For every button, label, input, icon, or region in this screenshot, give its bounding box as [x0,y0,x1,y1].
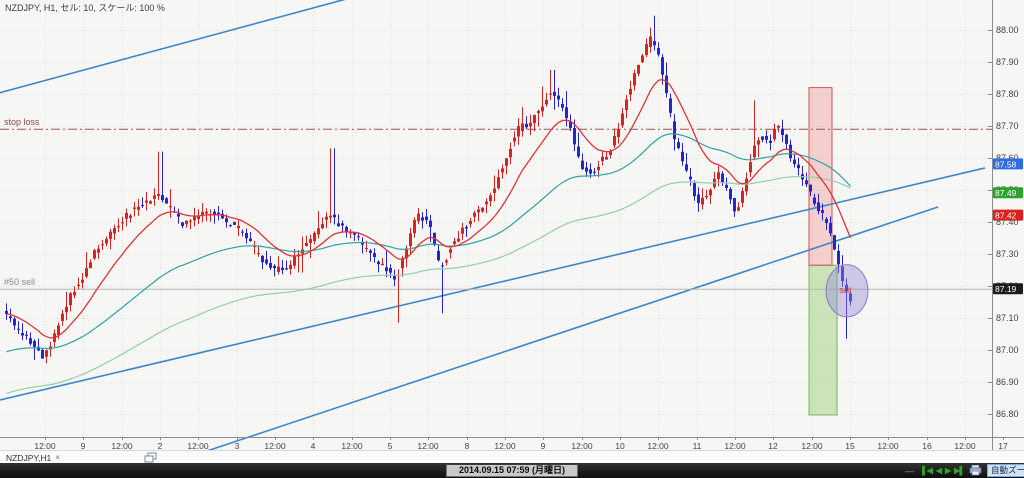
svg-text:12:00: 12:00 [724,441,746,450]
svg-text:12:00: 12:00 [571,441,593,450]
svg-text:12:00: 12:00 [187,441,209,450]
svg-text:11: 11 [693,441,702,450]
step-back-button[interactable]: ◀ [936,466,941,475]
tab-label: NZDJPY,H1 [6,453,51,463]
svg-text:12:00: 12:00 [877,441,899,450]
auto-zoom-toggle[interactable]: 自動ズーム [987,464,1024,477]
window-restore-icon[interactable] [144,452,158,463]
svg-text:10: 10 [615,441,625,450]
status-datetime: 2014.09.15 07:59 (月曜日) [446,464,578,477]
svg-text:3: 3 [235,441,240,450]
stop-loss-label: stop loss [4,117,40,127]
status-right-controls: — ▌◀ ◀ ▶ ▶▌ 自動ズーム [905,463,1024,478]
svg-text:2: 2 [158,441,163,450]
svg-text:15: 15 [845,441,855,450]
svg-text:87.19: 87.19 [995,284,1017,294]
sell-trade-marker: Sell [839,286,852,296]
svg-text:12:00: 12:00 [34,441,56,450]
mt4-chart-window: 88.0087.9087.8087.7087.6087.5087.4087.30… [0,0,1024,478]
svg-text:87.90: 87.90 [996,57,1019,67]
step-first-button[interactable]: ▌◀ [922,466,932,475]
svg-text:87.10: 87.10 [996,313,1019,323]
svg-text:12:00: 12:00 [417,441,439,450]
step-forward-button[interactable]: ▶ [945,466,950,475]
svg-text:9: 9 [541,441,546,450]
status-bar: 2014.09.15 07:59 (月曜日) — ▌◀ ◀ ▶ ▶▌ 自動ズーム [0,463,1024,478]
tab-nzdjpy-h1[interactable]: NZDJPY,H1 × [0,453,66,463]
open-position-label: #50 sell [4,277,35,287]
svg-text:87.30: 87.30 [996,249,1019,259]
svg-text:12:00: 12:00 [341,441,363,450]
chart-tab-bar: NZDJPY,H1 × [0,450,1024,464]
svg-text:12:00: 12:00 [494,441,516,450]
printer-icon[interactable] [969,465,982,476]
scrollbar-handle[interactable]: — [905,466,914,476]
svg-text:4: 4 [311,441,316,450]
svg-text:86.80: 86.80 [996,409,1019,419]
svg-text:12:00: 12:00 [647,441,669,450]
svg-text:12:00: 12:00 [954,441,976,450]
svg-text:87.80: 87.80 [996,89,1019,99]
svg-text:16: 16 [922,441,932,450]
svg-text:88.00: 88.00 [996,25,1019,35]
svg-text:12:00: 12:00 [801,441,823,450]
svg-text:87.49: 87.49 [995,188,1017,198]
svg-text:9: 9 [81,441,86,450]
candlestick-chart[interactable]: 88.0087.9087.8087.7087.6087.5087.4087.30… [0,0,1024,450]
svg-text:12:00: 12:00 [111,441,133,450]
svg-text:86.90: 86.90 [996,377,1019,387]
svg-text:5: 5 [388,441,393,450]
svg-text:87.42: 87.42 [995,211,1017,221]
svg-text:12:00: 12:00 [264,441,286,450]
svg-text:87.00: 87.00 [996,345,1019,355]
chart-title: NZDJPY, H1, セル: 10, スケール: 100 % [5,3,165,13]
svg-text:8: 8 [465,441,470,450]
svg-text:87.58: 87.58 [995,159,1017,169]
svg-text:17: 17 [998,441,1008,450]
risk-rectangle [809,88,832,266]
svg-text:12: 12 [768,441,778,450]
tab-close-icon[interactable]: × [55,453,60,462]
svg-text:87.70: 87.70 [996,121,1019,131]
step-last-button[interactable]: ▶▌ [954,466,964,475]
